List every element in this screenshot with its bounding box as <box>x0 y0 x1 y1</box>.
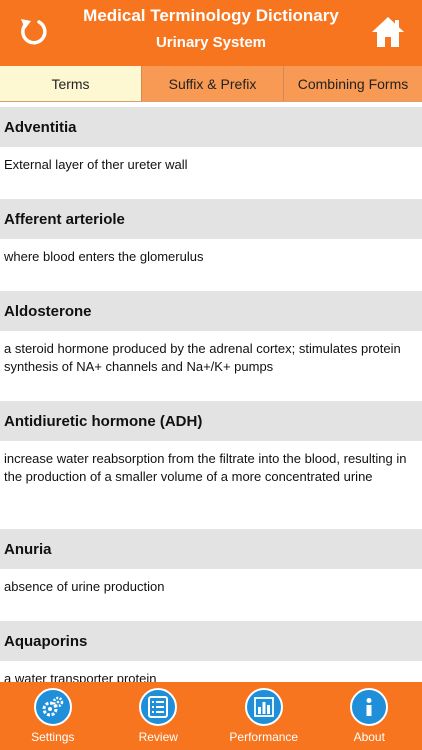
bar-chart-icon <box>244 688 283 726</box>
refresh-button[interactable] <box>12 10 56 54</box>
list-icon <box>139 688 178 726</box>
term-title: Anuria <box>0 529 422 569</box>
term-definition: a water transporter protein <box>0 661 422 682</box>
term-title: Adventitia <box>0 107 422 147</box>
term-definition: absence of urine production <box>0 569 422 621</box>
term-title: Afferent arteriole <box>0 199 422 239</box>
tab-bar: Terms Suffix & Prefix Combining Forms <box>0 66 422 102</box>
term-title: Aldosterone <box>0 291 422 331</box>
list-item[interactable]: Antidiuretic hormone (ADH) increase wate… <box>0 401 422 529</box>
refresh-icon <box>21 19 47 45</box>
tab-terms[interactable]: Terms <box>0 66 142 101</box>
term-definition: increase water reabsorption from the fil… <box>0 441 422 529</box>
home-icon <box>372 17 404 47</box>
nav-settings[interactable]: Settings <box>3 682 103 750</box>
terms-list[interactable]: Adventitia External layer of ther ureter… <box>0 102 422 682</box>
term-title: Antidiuretic hormone (ADH) <box>0 401 422 441</box>
term-definition: where blood enters the glomerulus <box>0 239 422 291</box>
nav-performance[interactable]: Performance <box>214 682 314 750</box>
list-item[interactable]: Aquaporins a water transporter protein <box>0 621 422 682</box>
list-item[interactable]: Anuria absence of urine production <box>0 529 422 621</box>
app-title: Medical Terminology Dictionary <box>83 6 339 25</box>
nav-label: Review <box>138 730 178 744</box>
term-definition: External layer of ther ureter wall <box>0 147 422 199</box>
list-item[interactable]: Afferent arteriole where blood enters th… <box>0 199 422 291</box>
nav-about[interactable]: About <box>319 682 419 750</box>
nav-label: About <box>353 730 385 744</box>
section-subtitle: Urinary System <box>155 34 267 51</box>
tab-combining-forms[interactable]: Combining Forms <box>284 66 422 101</box>
bottom-nav: Settings Review Performance About <box>0 682 422 750</box>
nav-label: Settings <box>31 730 75 744</box>
list-item[interactable]: Aldosterone a steroid hormone produced b… <box>0 291 422 401</box>
tab-suffix-prefix[interactable]: Suffix & Prefix <box>142 66 284 101</box>
app-header: Medical Terminology Dictionary Urinary S… <box>0 0 422 66</box>
gears-icon <box>33 688 72 726</box>
list-item[interactable]: Adventitia External layer of ther ureter… <box>0 107 422 199</box>
home-button[interactable] <box>366 10 410 54</box>
info-icon <box>350 688 389 726</box>
term-title: Aquaporins <box>0 621 422 661</box>
term-definition: a steroid hormone produced by the adrena… <box>0 331 422 401</box>
nav-label: Performance <box>229 730 299 744</box>
nav-review[interactable]: Review <box>108 682 208 750</box>
